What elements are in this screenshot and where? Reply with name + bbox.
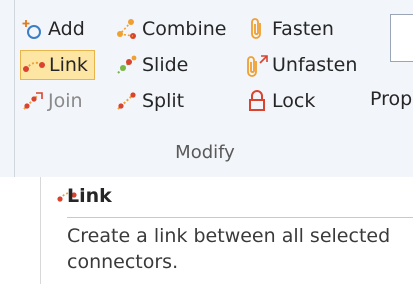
fasten-button[interactable]: Fasten xyxy=(244,14,334,44)
join-label: Join xyxy=(48,90,83,112)
unfasten-button[interactable]: Unfasten xyxy=(244,50,357,80)
tooltip-divider xyxy=(67,217,413,218)
unfasten-icon xyxy=(244,52,270,78)
tooltip: Link Create a link between all selected … xyxy=(40,177,413,284)
properties-label[interactable]: Prop xyxy=(370,88,412,110)
add-icon xyxy=(20,16,46,42)
split-icon xyxy=(114,88,140,114)
lock-button[interactable]: Lock xyxy=(244,86,315,116)
add-label: Add xyxy=(48,18,85,40)
split-label: Split xyxy=(142,90,185,112)
lock-icon xyxy=(244,88,270,114)
properties-icon[interactable] xyxy=(390,14,413,62)
link-label: Link xyxy=(49,54,88,76)
tooltip-description: Create a link between all selected conne… xyxy=(67,225,391,273)
combine-button[interactable]: Combine xyxy=(114,14,226,44)
join-icon xyxy=(20,88,46,114)
group-label: Modify xyxy=(175,142,235,163)
lock-label: Lock xyxy=(272,90,316,112)
unfasten-label: Unfasten xyxy=(272,54,358,76)
slide-label: Slide xyxy=(142,54,189,76)
join-button[interactable]: Join xyxy=(20,86,83,116)
tooltip-title: Link xyxy=(67,185,112,207)
link-button[interactable]: Link xyxy=(20,50,95,80)
fasten-label: Fasten xyxy=(272,18,334,40)
ribbon-modify-group: Add Link Join Combine Slide Split Fasten… xyxy=(0,0,413,177)
slide-button[interactable]: Slide xyxy=(114,50,188,80)
slide-icon xyxy=(114,52,140,78)
add-button[interactable]: Add xyxy=(20,14,85,44)
paperclip-icon xyxy=(244,16,270,42)
link-icon xyxy=(21,52,47,78)
combine-label: Combine xyxy=(142,18,227,40)
combine-icon xyxy=(114,16,140,42)
split-button[interactable]: Split xyxy=(114,86,184,116)
